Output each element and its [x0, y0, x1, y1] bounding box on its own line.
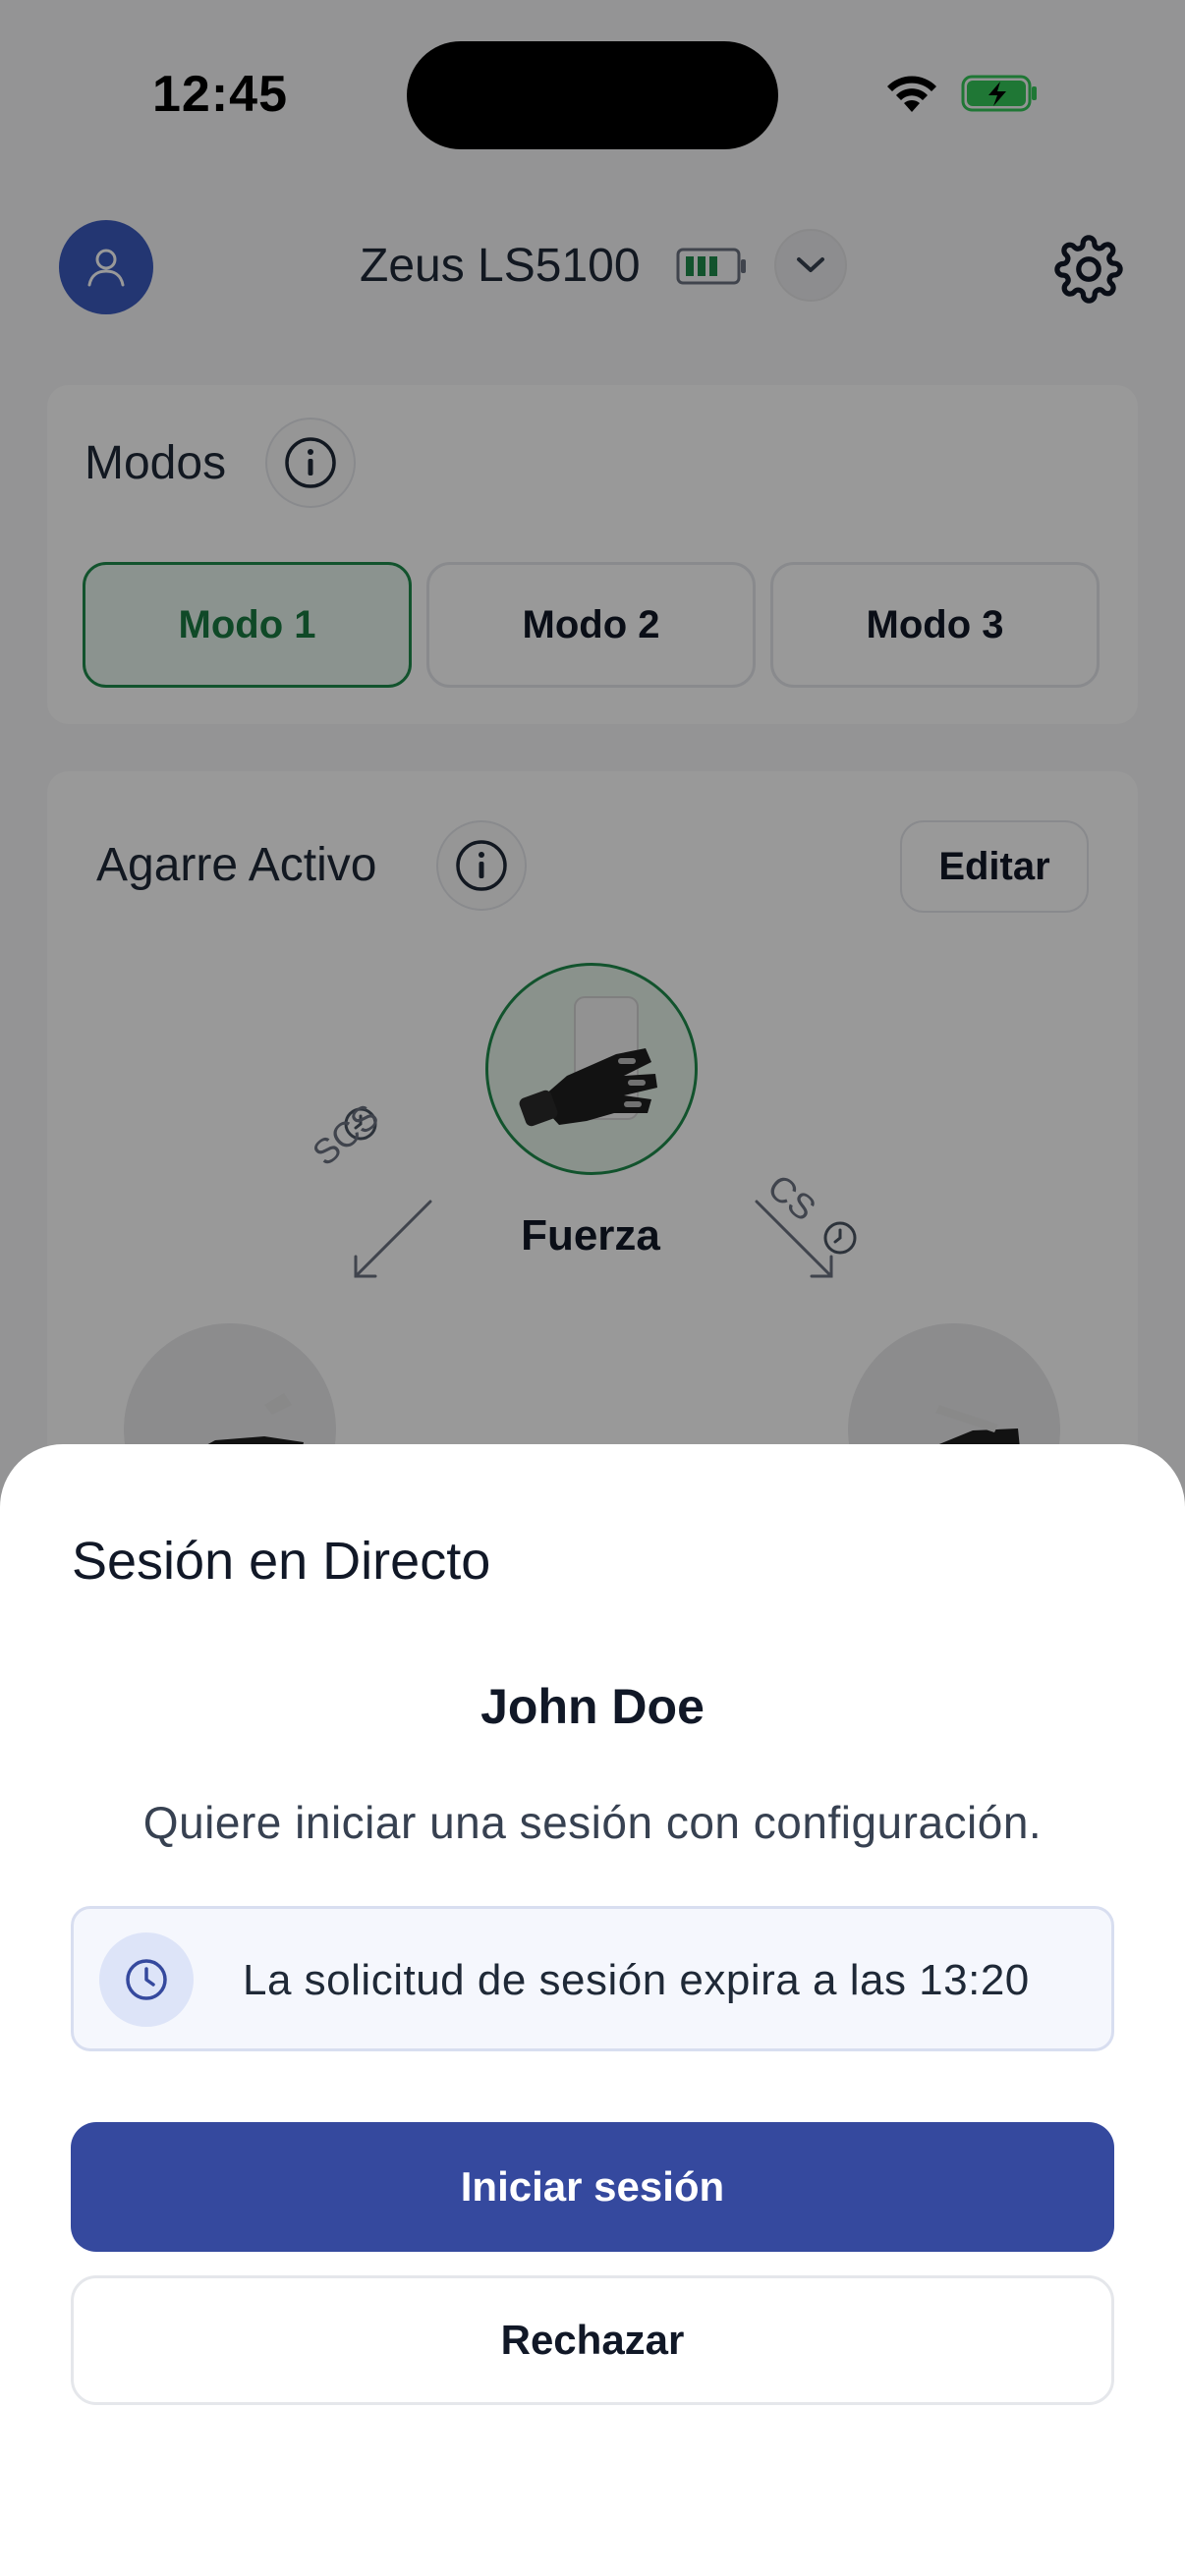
- live-session-sheet: Sesión en Directo John Doe Quiere inicia…: [0, 1444, 1185, 2576]
- session-message: Quiere iniciar una sesión con configurac…: [142, 1797, 1043, 1848]
- reject-button[interactable]: Rechazar: [71, 2275, 1114, 2405]
- sheet-title: Sesión en Directo: [72, 1532, 491, 1591]
- start-session-button[interactable]: Iniciar sesión: [71, 2122, 1114, 2252]
- requester-name: John Doe: [480, 1679, 705, 1734]
- expiry-text: La solicitud de sesión expira a las 13:2…: [243, 1956, 1030, 2004]
- notice-icon-badge: [99, 1932, 194, 2027]
- expiry-notice: La solicitud de sesión expira a las 13:2…: [71, 1906, 1114, 2051]
- clock-icon: [126, 1959, 167, 2000]
